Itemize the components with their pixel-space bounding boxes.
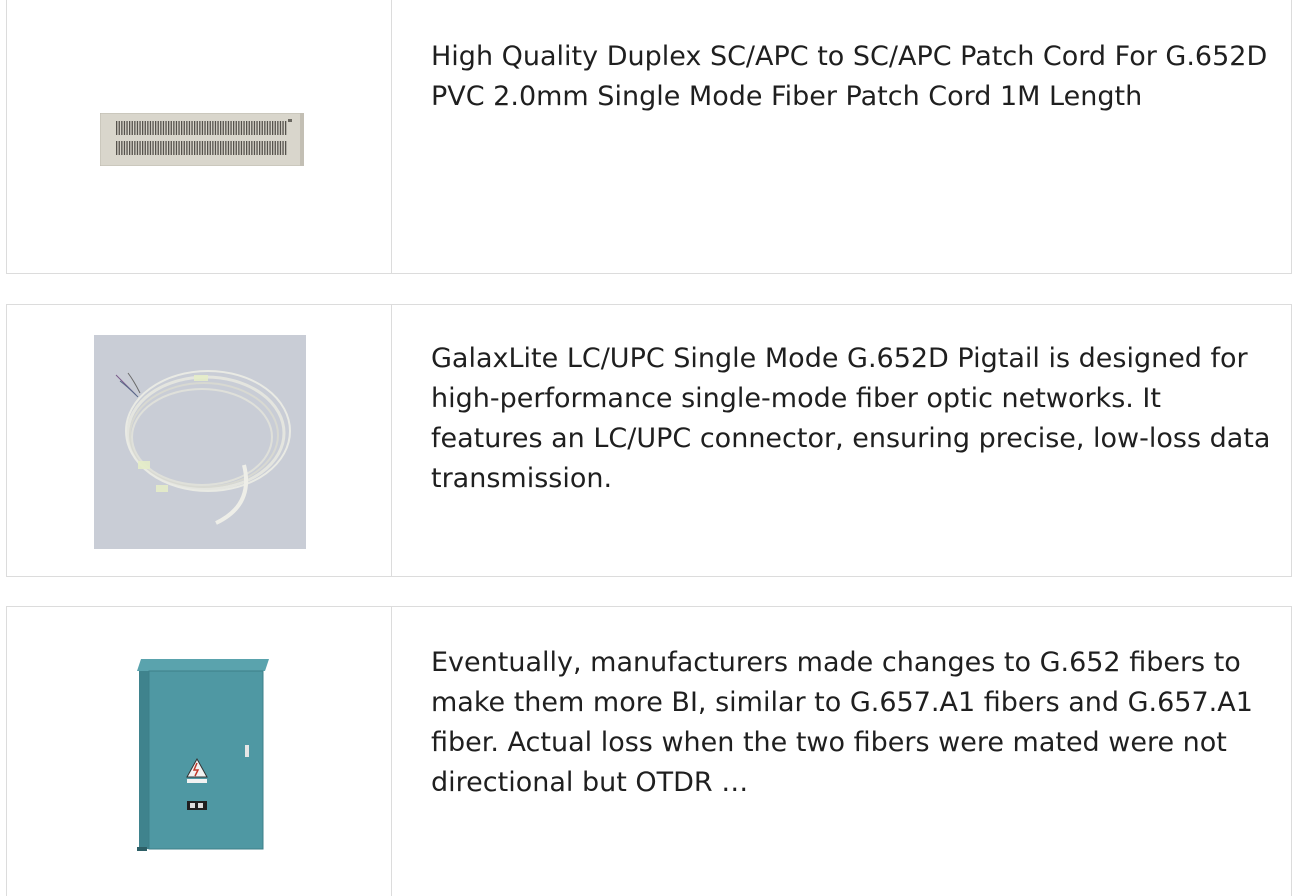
product-card[interactable]: Eventually, manufacturers made changes t… [6, 606, 1292, 896]
product-thumbnail[interactable] [7, 0, 392, 273]
product-description[interactable]: GalaxLite LC/UPC Single Mode G.652D Pigt… [431, 339, 1281, 499]
product-card[interactable]: GalaxLite LC/UPC Single Mode G.652D Pigt… [6, 304, 1292, 577]
product-description[interactable]: High Quality Duplex SC/APC to SC/APC Pat… [431, 37, 1281, 117]
product-thumbnail[interactable] [7, 607, 392, 896]
product-thumbnail[interactable] [7, 305, 392, 576]
patch-panel-icon [100, 113, 304, 166]
product-card[interactable]: High Quality Duplex SC/APC to SC/APC Pat… [6, 0, 1292, 274]
outdoor-cabinet-icon [133, 659, 269, 853]
product-description[interactable]: Eventually, manufacturers made changes t… [431, 643, 1281, 803]
fiber-pigtail-coil-icon [94, 335, 306, 549]
